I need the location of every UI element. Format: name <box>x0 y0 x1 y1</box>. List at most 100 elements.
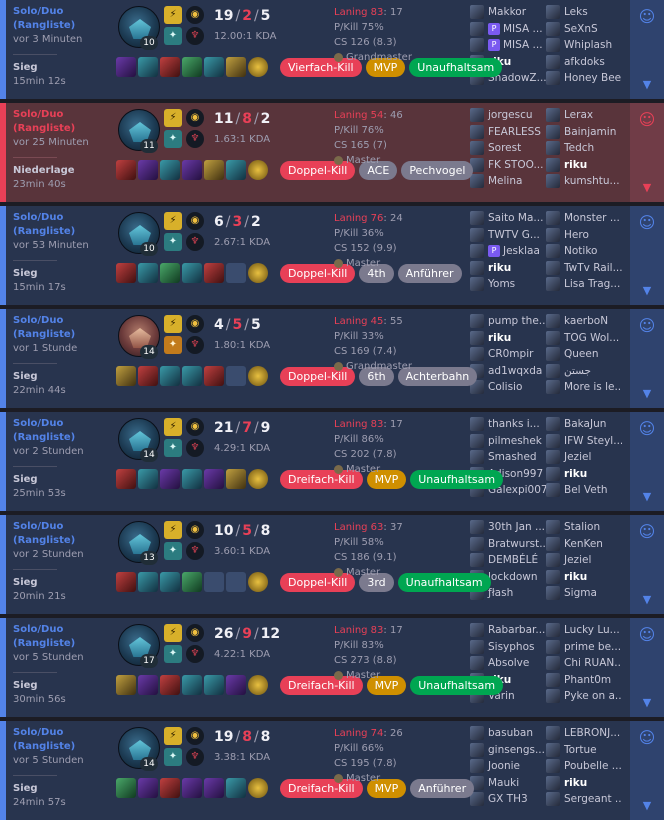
item-slot-6[interactable] <box>226 160 246 180</box>
team-player[interactable]: Jeziel <box>546 449 622 466</box>
summoner-spell-icon[interactable]: ✦ <box>164 336 182 354</box>
player-name[interactable]: Lerax <box>564 109 593 121</box>
add-favorite-icon[interactable]: ☺ <box>637 213 657 233</box>
item-slot-4[interactable] <box>182 675 202 695</box>
team-player[interactable]: Tedch <box>546 140 622 157</box>
player-name[interactable]: 30th Jan ... <box>488 521 545 533</box>
trinket-icon[interactable] <box>248 572 268 592</box>
team-player[interactable]: KenKen <box>546 536 622 553</box>
match-row[interactable]: Solo/Duo (Rangliste) vor 53 Minuten Sieg… <box>0 206 664 305</box>
team-player[interactable]: Joonie <box>470 758 546 775</box>
team-player[interactable]: Sisyphos <box>470 639 546 656</box>
chevron-down-icon[interactable]: ▼ <box>639 592 655 608</box>
team-player[interactable]: Notiko <box>546 243 622 260</box>
team-player[interactable]: Absolve <box>470 655 546 672</box>
player-name[interactable]: MISA ... <box>503 23 543 35</box>
add-favorite-icon[interactable]: ☺ <box>637 625 657 645</box>
team-player[interactable]: P Jesklaa <box>470 243 546 260</box>
player-name[interactable]: Joonie <box>488 760 520 772</box>
team-player[interactable]: Smashed <box>470 449 546 466</box>
item-slot-3[interactable] <box>160 778 180 798</box>
summoner-spell-icon[interactable]: ✦ <box>164 233 182 251</box>
player-name[interactable]: LEBRONJ... <box>564 727 620 739</box>
team-player[interactable]: thanks i... <box>470 416 546 433</box>
keystone-rune-icon[interactable]: ◉ <box>186 418 204 436</box>
player-name[interactable]: Hero <box>564 229 589 241</box>
secondary-rune-icon[interactable]: ♆ <box>186 336 204 354</box>
chevron-down-icon[interactable]: ▼ <box>639 798 655 814</box>
player-name[interactable]: KenKen <box>564 538 603 550</box>
player-name[interactable]: Smashed <box>488 451 537 463</box>
item-slot-2[interactable] <box>138 778 158 798</box>
item-slot-3[interactable] <box>160 263 180 283</box>
item-slot-6[interactable] <box>226 57 246 77</box>
item-slot-3[interactable] <box>160 366 180 386</box>
player-name[interactable]: Sorest <box>488 142 521 154</box>
player-name[interactable]: Bratwurst... <box>488 538 546 550</box>
team-player[interactable]: Tortue <box>546 742 622 759</box>
player-name[interactable]: Chi RUAN... <box>564 657 622 669</box>
keystone-rune-icon[interactable]: ◉ <box>186 727 204 745</box>
summoner-spell-icon[interactable]: ✦ <box>164 542 182 560</box>
player-name[interactable]: riku <box>488 332 511 344</box>
player-name[interactable]: Tedch <box>564 142 594 154</box>
item-slot-1[interactable] <box>116 469 136 489</box>
chevron-down-icon[interactable]: ▼ <box>639 180 655 196</box>
match-row[interactable]: Solo/Duo (Rangliste) vor 1 Stunde Sieg 2… <box>0 309 664 408</box>
item-slot-3[interactable] <box>160 572 180 592</box>
add-favorite-icon[interactable]: ☺ <box>637 728 657 748</box>
player-name[interactable]: TOG Wol... <box>564 332 619 344</box>
team-player[interactable]: riku <box>470 330 546 347</box>
team-player[interactable]: Sorest <box>470 140 546 157</box>
team-player[interactable]: TOG Wol... <box>546 330 622 347</box>
team-player[interactable]: Makkor <box>470 4 546 21</box>
team-player[interactable]: P MISA ... <box>470 37 546 54</box>
trinket-icon[interactable] <box>248 57 268 77</box>
match-row[interactable]: Solo/Duo (Rangliste) vor 25 Minuten Nied… <box>0 103 664 202</box>
chevron-down-icon[interactable]: ▼ <box>639 77 655 93</box>
trinket-icon[interactable] <box>248 778 268 798</box>
item-slot-1[interactable] <box>116 57 136 77</box>
item-slot-1[interactable] <box>116 778 136 798</box>
team-player[interactable]: jorgescu <box>470 107 546 124</box>
item-slot-1[interactable] <box>116 366 136 386</box>
keystone-rune-icon[interactable]: ◉ <box>186 624 204 642</box>
team-player[interactable]: kaerboN <box>546 313 622 330</box>
trinket-icon[interactable] <box>248 675 268 695</box>
item-slot-4[interactable] <box>182 160 202 180</box>
player-name[interactable]: pump the... <box>488 315 546 327</box>
summoner-spell-icon[interactable]: ✦ <box>164 645 182 663</box>
player-name[interactable]: Jeziel <box>564 554 591 566</box>
team-player[interactable]: Monster ... <box>546 210 622 227</box>
match-row[interactable]: Solo/Duo (Rangliste) vor 2 Stunden Sieg … <box>0 412 664 511</box>
player-name[interactable]: FEARLESS <box>488 126 541 138</box>
team-player[interactable]: Saito Ma... <box>470 210 546 227</box>
team-player[interactable]: Queen <box>546 346 622 363</box>
team-player[interactable]: Rabarbar... <box>470 622 546 639</box>
player-name[interactable]: Stalion <box>564 521 600 533</box>
chevron-down-icon[interactable]: ▼ <box>639 489 655 505</box>
flash-spell-icon[interactable]: ⚡ <box>164 418 182 436</box>
trinket-icon[interactable] <box>248 469 268 489</box>
trinket-icon[interactable] <box>248 263 268 283</box>
team-player[interactable]: CR0mpir <box>470 346 546 363</box>
match-row[interactable]: Solo/Duo (Rangliste) vor 5 Stunden Sieg … <box>0 721 664 820</box>
flash-spell-icon[interactable]: ⚡ <box>164 315 182 333</box>
secondary-rune-icon[interactable]: ♆ <box>186 27 204 45</box>
match-row[interactable]: Solo/Duo (Rangliste) vor 5 Stunden Sieg … <box>0 618 664 717</box>
team-player[interactable]: pump the... <box>470 313 546 330</box>
add-favorite-icon[interactable]: ☺ <box>637 419 657 439</box>
player-name[interactable]: MISA ... <box>503 39 543 51</box>
team-player[interactable]: Bainjamin <box>546 124 622 141</box>
item-slot-5[interactable] <box>204 160 224 180</box>
team-player[interactable]: basuban <box>470 725 546 742</box>
item-slot-4[interactable] <box>182 366 202 386</box>
player-name[interactable]: prime be... <box>564 641 621 653</box>
item-slot-5[interactable] <box>204 778 224 798</box>
item-slot-6[interactable] <box>226 778 246 798</box>
item-slot-1[interactable] <box>116 160 136 180</box>
player-name[interactable]: Jesklaa <box>503 245 540 257</box>
player-name[interactable]: DEMBÉLÉ <box>488 554 538 566</box>
player-name[interactable]: Monster ... <box>564 212 620 224</box>
player-name[interactable]: ginsengs... <box>488 744 545 756</box>
